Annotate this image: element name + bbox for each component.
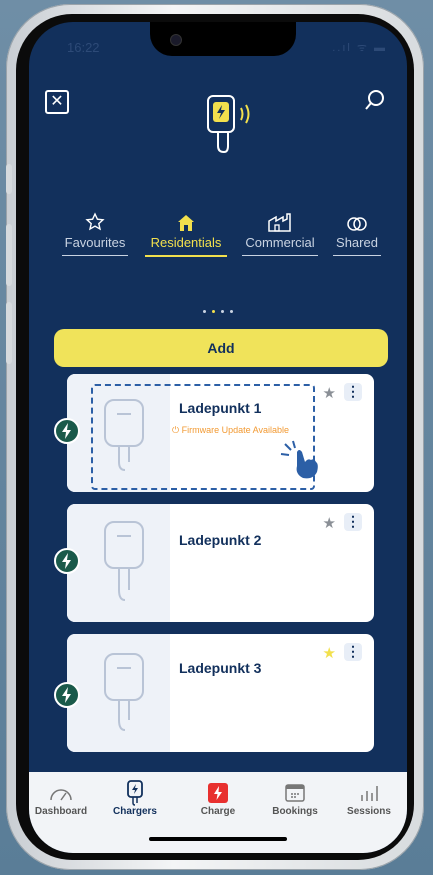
page-indicator <box>29 310 407 313</box>
status-icons: ..ıl ᯤ ▬ <box>332 42 387 54</box>
close-icon: ✕ <box>50 93 64 110</box>
star-icon <box>85 212 105 231</box>
phone-volume-up <box>6 224 12 286</box>
add-button[interactable]: Add <box>54 329 388 367</box>
nav-label: Charge <box>200 806 236 817</box>
charger-name: Ladepunkt 3 <box>179 660 262 676</box>
tab-label: Commercial <box>242 235 318 256</box>
page-dot <box>221 310 224 313</box>
tab-shared[interactable]: Shared <box>333 210 381 256</box>
category-tabs: Favourites Residentials Commercial Share… <box>29 210 407 280</box>
search-icon[interactable] <box>363 88 387 112</box>
more-menu-button[interactable]: ⋮ <box>344 643 362 661</box>
charging-status-icon <box>54 548 80 574</box>
factory-icon <box>268 213 291 232</box>
page-dot-active <box>212 310 215 313</box>
home-icon <box>178 215 194 231</box>
nav-chargers[interactable]: Chargers <box>97 780 173 817</box>
tab-label: Residentials <box>145 235 227 257</box>
app-screen: 16:22 ..ıl ᯤ ▬ ✕ Favourites Residentials… <box>29 22 407 853</box>
wallbox-icon <box>104 521 144 601</box>
favorite-star-icon[interactable]: ★ <box>323 644 336 662</box>
charger-thumbnail <box>67 504 170 622</box>
page-dot <box>203 310 206 313</box>
gauge-icon <box>50 789 72 801</box>
charger-card-2[interactable]: Ladepunkt 2 ★ ⋮ <box>67 504 374 622</box>
bottom-navigation: Dashboard Chargers Charge Bookings Sessi… <box>29 772 407 853</box>
tab-residentials[interactable]: Residentials <box>145 210 227 257</box>
charger-thumbnail <box>67 634 170 752</box>
nav-charge[interactable]: Charge <box>180 780 256 817</box>
tab-label: Shared <box>333 235 381 256</box>
nav-label: Chargers <box>113 806 157 817</box>
tab-favourites[interactable]: Favourites <box>62 210 128 256</box>
charger-logo-icon <box>207 95 250 154</box>
nav-dashboard[interactable]: Dashboard <box>29 780 99 817</box>
charging-status-icon <box>54 418 80 444</box>
phone-volume-down <box>6 302 12 364</box>
more-menu-button[interactable]: ⋮ <box>344 383 362 401</box>
tab-commercial[interactable]: Commercial <box>242 210 318 256</box>
front-camera <box>170 34 182 46</box>
charging-status-icon <box>54 682 80 708</box>
charger-icon <box>127 780 143 806</box>
wallbox-icon <box>104 653 144 731</box>
nav-label: Bookings <box>272 806 318 817</box>
charger-card-3[interactable]: Ladepunkt 3 ★ ⋮ <box>67 634 374 752</box>
tab-label: Favourites <box>62 235 128 256</box>
charger-name: Ladepunkt 2 <box>179 532 262 548</box>
page-dot <box>230 310 233 313</box>
nav-sessions[interactable]: Sessions <box>331 780 407 817</box>
phone-mute-switch <box>6 164 12 194</box>
highlight-box <box>91 384 315 490</box>
bar-chart-icon <box>361 786 378 801</box>
calendar-icon <box>285 784 305 802</box>
more-menu-button[interactable]: ⋮ <box>344 513 362 531</box>
link-icon <box>347 217 367 231</box>
nav-label: Dashboard <box>34 806 88 817</box>
nav-bookings[interactable]: Bookings <box>257 780 333 817</box>
close-button[interactable]: ✕ <box>45 90 69 114</box>
favorite-star-icon[interactable]: ★ <box>323 384 336 402</box>
phone-notch <box>150 22 296 56</box>
nav-label: Sessions <box>347 806 391 817</box>
favorite-star-icon[interactable]: ★ <box>323 514 336 532</box>
home-indicator[interactable] <box>149 837 287 841</box>
bolt-icon <box>208 783 228 803</box>
status-time: 16:22 <box>67 40 100 55</box>
